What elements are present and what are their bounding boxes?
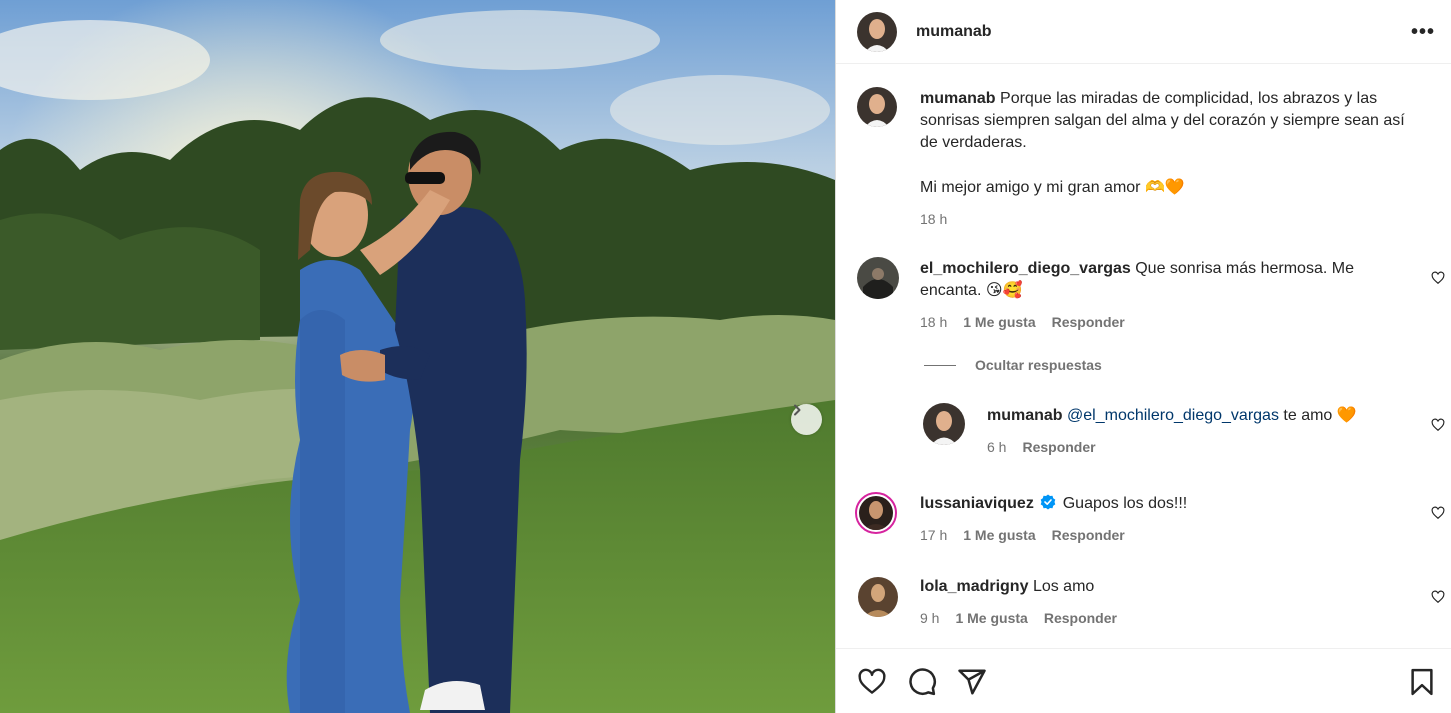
comment-text: lussaniaviquez Guapos los dos!!! (920, 493, 1412, 515)
photo-illustration (0, 0, 835, 713)
hide-replies-button[interactable]: Ocultar respuestas (975, 357, 1102, 373)
comment-body: Guapos los dos!!! (1062, 495, 1188, 512)
caption-username[interactable]: mumanab (920, 90, 996, 107)
commenter-avatar[interactable] (855, 492, 897, 534)
like-reply-heart-icon[interactable] (1431, 418, 1445, 432)
reply-username[interactable]: mumanab (987, 407, 1063, 424)
more-options-icon[interactable]: ••• (1411, 22, 1435, 42)
reply-text: mumanab @el_mochilero_diego_vargas te am… (987, 405, 1412, 427)
author-username[interactable]: mumanab (916, 23, 992, 41)
commenter-avatar[interactable] (858, 577, 898, 617)
comment-likes[interactable]: 1 Me gusta (955, 610, 1027, 626)
post-sidebar: mumanab ••• mumanab Porque las miradas d… (835, 0, 1451, 713)
reply-button[interactable]: Responder (1022, 439, 1095, 455)
comment-likes[interactable]: 1 Me gusta (963, 527, 1035, 543)
bookmark-icon[interactable] (1407, 667, 1437, 697)
like-comment-heart-icon[interactable] (1431, 506, 1445, 520)
comment-text: el_mochilero_diego_vargas Que sonrisa má… (920, 258, 1412, 302)
reply-time[interactable]: 6 h (987, 439, 1006, 455)
caption-time[interactable]: 18 h (920, 211, 947, 227)
comment-time[interactable]: 9 h (920, 610, 939, 626)
comment-time[interactable]: 18 h (920, 314, 947, 330)
caption-meta: 18 h (920, 211, 947, 227)
commenter-avatar[interactable] (857, 257, 899, 299)
post-photo[interactable] (0, 0, 835, 713)
heart-icon[interactable] (857, 667, 887, 697)
like-comment-heart-icon[interactable] (1431, 590, 1445, 604)
author-avatar[interactable] (857, 11, 897, 52)
caption-text: mumanab Porque las miradas de complicida… (920, 88, 1412, 154)
comment-meta: 9 h 1 Me gusta Responder (920, 610, 1117, 626)
reply-body: te amo 🧡 (1283, 407, 1357, 424)
replies-divider (924, 365, 956, 366)
reply-avatar[interactable] (923, 403, 965, 445)
reply-button[interactable]: Responder (1052, 527, 1125, 543)
comment-meta: 17 h 1 Me gusta Responder (920, 527, 1125, 543)
comment-likes[interactable]: 1 Me gusta (963, 314, 1035, 330)
chevron-right-icon (794, 404, 801, 416)
comment-icon[interactable] (907, 667, 937, 697)
next-photo-button[interactable] (791, 404, 822, 435)
comment-time[interactable]: 17 h (920, 527, 947, 543)
share-icon[interactable] (957, 667, 987, 697)
comment-username[interactable]: lussaniaviquez (920, 495, 1034, 512)
reply-button[interactable]: Responder (1044, 610, 1117, 626)
verified-badge-icon (1040, 494, 1056, 510)
comments-list[interactable]: mumanab Porque las miradas de complicida… (836, 65, 1451, 648)
comment-body: Los amo (1032, 578, 1095, 595)
comment-meta: 18 h 1 Me gusta Responder (920, 314, 1125, 330)
reply-mention[interactable]: @el_mochilero_diego_vargas (1067, 407, 1279, 424)
comment-text: lola_madrigny Los amo (920, 576, 1412, 598)
comment-username[interactable]: lola_madrigny (920, 578, 1028, 595)
reply-meta: 6 h Responder (987, 439, 1096, 455)
post-action-bar (836, 648, 1451, 713)
caption-text-2: Mi mejor amigo y mi gran amor 🫶🧡 (920, 179, 1185, 196)
reply-button[interactable]: Responder (1052, 314, 1125, 330)
comment-username[interactable]: el_mochilero_diego_vargas (920, 260, 1131, 277)
caption-avatar[interactable] (857, 87, 897, 127)
post-header: mumanab ••• (836, 0, 1451, 64)
like-comment-heart-icon[interactable] (1431, 271, 1445, 285)
